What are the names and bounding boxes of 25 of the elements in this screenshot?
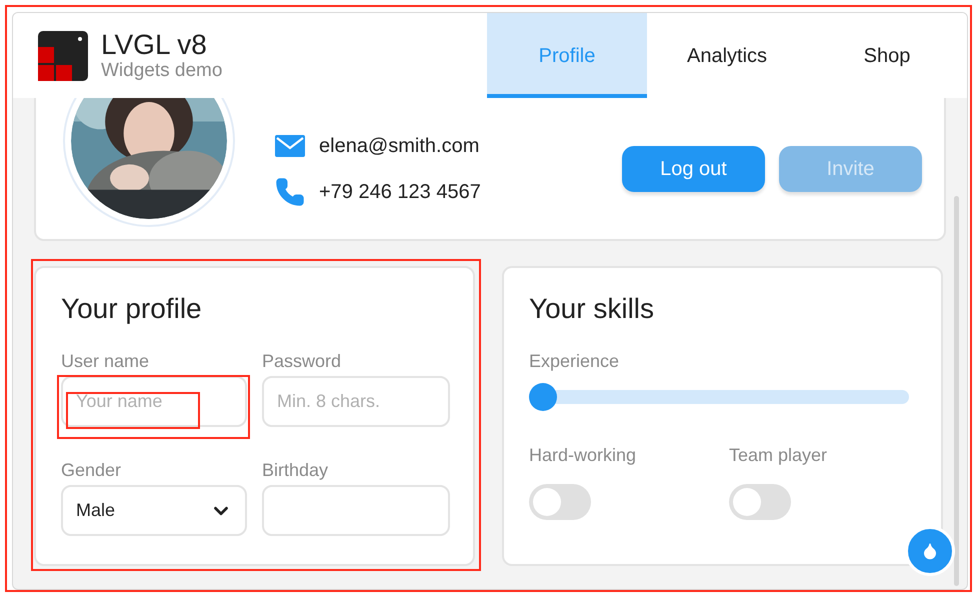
field-label: User name bbox=[61, 350, 150, 372]
field-label: Password bbox=[262, 350, 342, 372]
input-field[interactable]: Min. 8 chars. bbox=[262, 376, 450, 427]
toggle-switch[interactable] bbox=[529, 484, 591, 520]
logo-icon bbox=[38, 30, 88, 80]
field-label: Birthday bbox=[262, 459, 330, 481]
email-text: elena@smith.com bbox=[319, 134, 480, 158]
slider-label: Experience bbox=[529, 350, 620, 372]
phone-icon bbox=[275, 176, 305, 206]
input-field[interactable] bbox=[262, 485, 450, 536]
field-label: Gender bbox=[61, 459, 122, 481]
slider-thumb[interactable] bbox=[529, 383, 557, 411]
card-title: Your skills bbox=[529, 292, 656, 326]
switch-label: Hard-working bbox=[529, 444, 638, 466]
card-title: Your profile bbox=[61, 292, 203, 326]
droplet-icon bbox=[921, 542, 939, 560]
mail-icon bbox=[275, 134, 305, 156]
phone-text: +79 246 123 4567 bbox=[319, 180, 481, 204]
toggle-switch[interactable] bbox=[729, 484, 791, 520]
gender-dropdown[interactable]: Male bbox=[61, 485, 247, 536]
app-subtitle: Widgets demo bbox=[101, 60, 222, 82]
switch-label: Team player bbox=[729, 444, 828, 466]
app-title: LVGL v8 bbox=[101, 30, 208, 60]
input-field[interactable]: Your name bbox=[61, 376, 247, 427]
experience-slider[interactable] bbox=[529, 383, 909, 411]
